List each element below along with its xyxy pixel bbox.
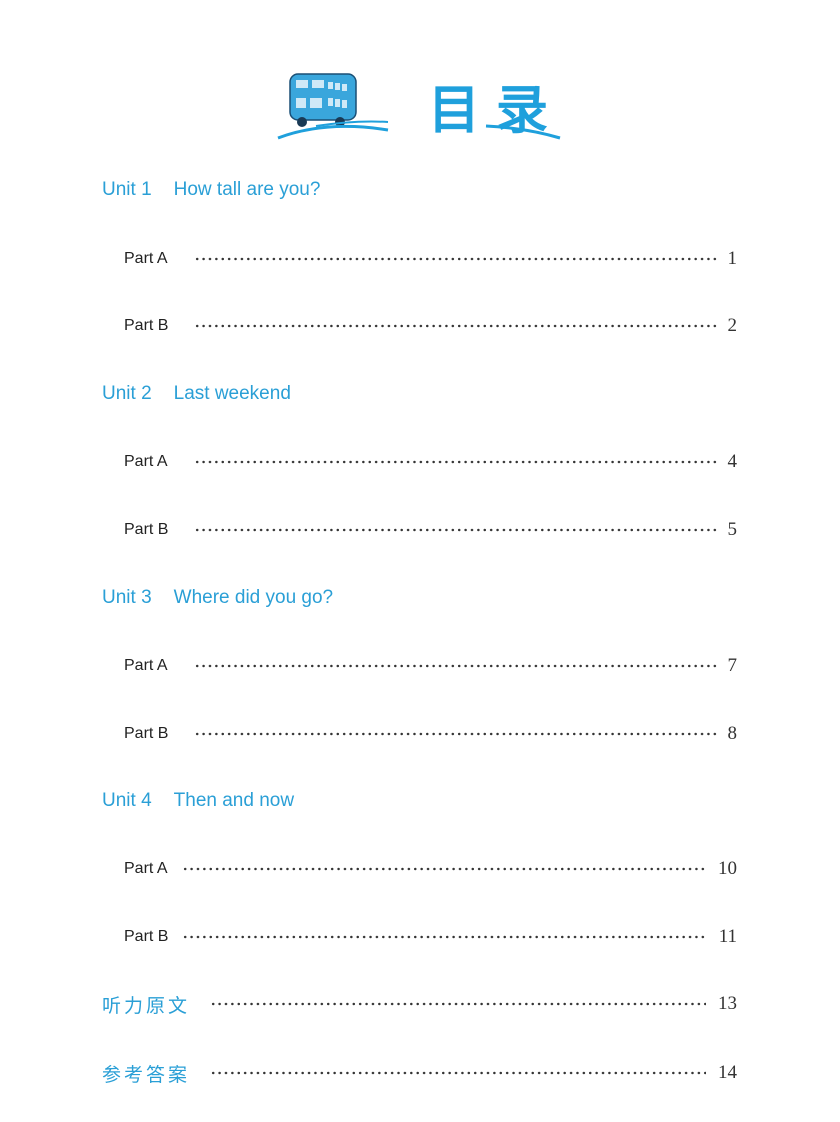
part-label: Part B xyxy=(124,928,169,945)
page-number: 4 xyxy=(727,451,738,472)
unit-number: Unit 1 xyxy=(102,179,152,200)
dot-leader xyxy=(210,1002,706,1006)
page-number: 8 xyxy=(727,723,738,744)
unit-title: Last weekend xyxy=(173,383,291,404)
page-title: 目录 xyxy=(428,81,565,141)
unit-heading: Unit 1 How tall are you? xyxy=(102,179,320,201)
unit-number: Unit 3 xyxy=(102,587,152,608)
toc-entry[interactable]: Part B 11 xyxy=(124,925,737,949)
unit-title: Then and now xyxy=(173,790,295,811)
part-label: Part B xyxy=(124,521,169,538)
part-label: Part A xyxy=(124,250,168,267)
appendix-label: 参考答案 xyxy=(102,1063,191,1086)
toc-entry-answer-key[interactable]: 参考答案 14 xyxy=(102,1061,737,1086)
toc-entry[interactable]: Part B 5 xyxy=(124,518,737,542)
unit-title: Where did you go? xyxy=(173,587,334,608)
page-number: 1 xyxy=(727,248,738,269)
toc-entry[interactable]: Part B 8 xyxy=(124,722,737,746)
part-label: Part A xyxy=(124,860,168,877)
unit-title: How tall are you? xyxy=(173,179,321,200)
toc-entry[interactable]: Part A 1 xyxy=(124,247,737,271)
toc-entry[interactable]: Part A 7 xyxy=(124,654,737,678)
dot-leader xyxy=(194,528,720,532)
page-number: 5 xyxy=(727,519,738,540)
toc-entry-listening-script[interactable]: 听力原文 13 xyxy=(102,992,737,1017)
dot-leader xyxy=(194,732,720,736)
dot-leader xyxy=(193,664,720,668)
dot-leader xyxy=(210,1071,706,1075)
page-number: 2 xyxy=(727,315,738,336)
page-number: 11 xyxy=(718,926,737,947)
dot-leader xyxy=(182,935,707,939)
appendix-label: 听力原文 xyxy=(102,994,191,1017)
unit-heading: Unit 3 Where did you go? xyxy=(102,587,333,609)
dot-leader xyxy=(193,257,720,261)
page-number: 14 xyxy=(718,1062,737,1083)
toc-entry[interactable]: Part B 2 xyxy=(124,314,737,338)
page-number: 13 xyxy=(718,993,737,1014)
part-label: Part A xyxy=(124,453,168,470)
page-number: 10 xyxy=(718,858,737,879)
page-number: 7 xyxy=(727,655,738,676)
toc-entry[interactable]: Part A 10 xyxy=(124,857,737,881)
part-label: Part B xyxy=(124,317,169,334)
dot-leader xyxy=(194,324,720,328)
part-label: Part A xyxy=(124,657,168,674)
part-label: Part B xyxy=(124,725,169,742)
dot-leader xyxy=(193,460,720,464)
unit-heading: Unit 2 Last weekend xyxy=(102,383,291,405)
dot-leader xyxy=(181,867,706,871)
unit-heading: Unit 4 Then and now xyxy=(102,790,294,812)
unit-number: Unit 4 xyxy=(102,790,152,811)
toc-entry[interactable]: Part A 4 xyxy=(124,450,737,474)
unit-number: Unit 2 xyxy=(102,383,152,404)
